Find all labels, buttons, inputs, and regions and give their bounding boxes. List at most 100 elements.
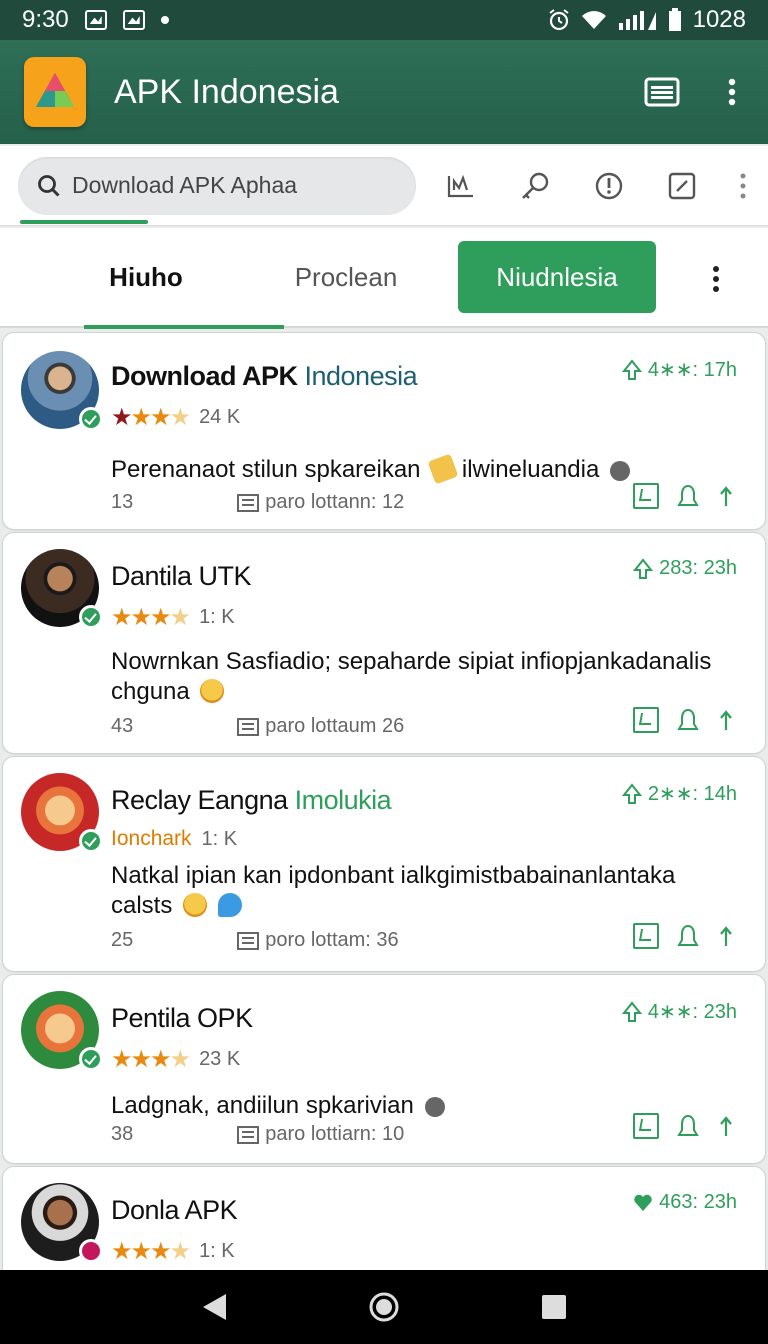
- bell-icon[interactable]: [677, 923, 699, 949]
- rating: ★★★★ 1: K: [111, 1237, 235, 1266]
- wifi-icon: [581, 11, 606, 29]
- rating-count: 1: K: [201, 827, 238, 850]
- app-name[interactable]: Reclay Eangna Imolukia: [111, 785, 392, 816]
- card-actions: [633, 483, 735, 509]
- rating: ★★★★ 1: K: [111, 603, 235, 632]
- open-icon[interactable]: [633, 483, 659, 509]
- list-item[interactable]: Dantila UTK ★★★★ 1: K 283: 23h Nowrnkan …: [2, 532, 766, 754]
- comment-count: 43: [111, 715, 134, 737]
- trending-meta: 2∗∗: 14h: [621, 781, 737, 806]
- search-input-text: Download APK Aphaa: [72, 172, 298, 198]
- share-icon[interactable]: [717, 708, 735, 732]
- open-icon[interactable]: [633, 1113, 659, 1139]
- tab-niudnlesia[interactable]: Niudnlesia: [458, 241, 656, 313]
- info-icon[interactable]: [594, 171, 624, 201]
- trend-icon: [633, 557, 654, 579]
- card-footer: 25 poro lottam: 36: [111, 929, 399, 951]
- gallery-notification-icon-2: [122, 10, 145, 30]
- edit-icon[interactable]: [668, 172, 696, 200]
- download-count-icon: [237, 493, 260, 512]
- status-dot-icon: [79, 1239, 103, 1263]
- comment-count: 25: [111, 929, 134, 951]
- alarm-icon: [549, 9, 569, 31]
- list-view-icon[interactable]: [644, 77, 680, 107]
- bell-icon[interactable]: [677, 707, 699, 733]
- tabs-overflow-icon[interactable]: [686, 227, 746, 327]
- laugh-emoji-icon: [200, 679, 225, 703]
- share-icon[interactable]: [717, 924, 735, 948]
- laugh-emoji-icon: [183, 893, 208, 917]
- gallery-notification-icon: [84, 10, 107, 30]
- tag-emoji-icon: [427, 453, 459, 485]
- download-count-icon: [237, 931, 260, 950]
- download-count-icon: [237, 1125, 260, 1144]
- list-item[interactable]: Pentila OPK ★★★★ 23 K 4∗∗: 23h Ladgnak, …: [2, 974, 766, 1164]
- chart-icon[interactable]: [446, 172, 476, 200]
- search-toolbar: Download APK Aphaa: [0, 146, 768, 226]
- app-logo-icon: [24, 57, 86, 127]
- rating: ★★★★ 23 K: [111, 1045, 240, 1074]
- avatar: [21, 549, 103, 629]
- list-item[interactable]: Download APK Indonesia ★★★★ 24 K 4∗∗: 17…: [2, 332, 766, 530]
- trend-icon: [621, 782, 642, 804]
- rating-count: 1: K: [199, 1240, 235, 1262]
- list-item[interactable]: Reclay Eangna Imolukia Ionchark 1: K 2∗∗…: [2, 756, 766, 972]
- card-footer: 13 paro lottann: 12: [111, 491, 405, 513]
- avatar: [21, 351, 103, 431]
- trending-meta: 283: 23h: [633, 557, 737, 580]
- card-actions: [633, 1113, 735, 1139]
- avatar: [21, 1183, 103, 1263]
- verified-icon: [79, 407, 103, 431]
- share-icon[interactable]: [717, 484, 735, 508]
- search-input[interactable]: Download APK Aphaa: [18, 156, 416, 215]
- star-rating-icon: ★★★★: [111, 404, 191, 431]
- plus-icon: [609, 461, 630, 481]
- star-rating-icon: ★★★★: [111, 1238, 191, 1265]
- app-description: Nowrnkan Sasfiadio; sepaharde sipiat inf…: [111, 648, 712, 705]
- avatar: [21, 773, 103, 853]
- trending-meta: 4∗∗: 23h: [621, 999, 737, 1024]
- bell-icon[interactable]: [677, 483, 699, 509]
- card-footer: 38 paro lottiarn: 10: [111, 1123, 405, 1145]
- app-description: Natkal ipian kan ipdonbant ialkgimistbab…: [111, 862, 676, 919]
- app-name[interactable]: Pentila OPK: [111, 1003, 253, 1034]
- developer-name: Ionchark: [111, 827, 192, 850]
- battery-icon: [668, 8, 681, 31]
- app-description: Perenanaot stilun spkareikan ilwineluand…: [111, 453, 731, 485]
- back-icon[interactable]: [200, 1292, 228, 1322]
- key-icon[interactable]: [520, 171, 550, 201]
- verified-icon: [79, 829, 103, 853]
- notification-dot-icon: [160, 16, 169, 24]
- card-actions: [633, 923, 735, 949]
- signal-icon: [618, 11, 656, 30]
- app-name[interactable]: Donla APK: [111, 1195, 238, 1226]
- comment-count: 38: [111, 1123, 134, 1145]
- tab-proclean[interactable]: Proclean: [246, 227, 446, 327]
- rating: ★★★★ 24 K: [111, 403, 240, 432]
- app-name[interactable]: Download APK Indonesia: [111, 361, 418, 392]
- battery-text: 1028: [692, 6, 746, 33]
- list-item[interactable]: Donla APK ★★★★ 1: K 463: 23h: [2, 1166, 766, 1286]
- more-options-icon[interactable]: [740, 173, 746, 199]
- tab-hiuho[interactable]: Hiuho: [46, 227, 284, 329]
- overflow-menu-icon[interactable]: [728, 78, 736, 106]
- card-actions: [633, 707, 735, 733]
- trending-meta: 4∗∗: 17h: [621, 357, 737, 382]
- app-bar: APK Indonesia: [0, 40, 768, 144]
- share-icon[interactable]: [717, 1114, 735, 1138]
- bell-icon[interactable]: [677, 1113, 699, 1139]
- recents-icon[interactable]: [540, 1293, 568, 1321]
- rating-count: 24 K: [199, 406, 241, 428]
- heart-bubble-icon: [217, 893, 242, 917]
- rating-count: 23 K: [199, 1048, 241, 1070]
- open-icon[interactable]: [633, 707, 659, 733]
- open-icon[interactable]: [633, 923, 659, 949]
- star-rating-icon: ★★★★: [111, 604, 191, 631]
- verified-icon: [79, 1047, 103, 1071]
- avatar: [21, 991, 103, 1071]
- app-name[interactable]: Dantila UTK: [111, 561, 252, 592]
- card-footer: 43 paro lottaum 26: [111, 715, 405, 737]
- home-icon[interactable]: [368, 1291, 400, 1323]
- heart-icon: [634, 1194, 652, 1211]
- trending-meta: 463: 23h: [633, 1191, 737, 1214]
